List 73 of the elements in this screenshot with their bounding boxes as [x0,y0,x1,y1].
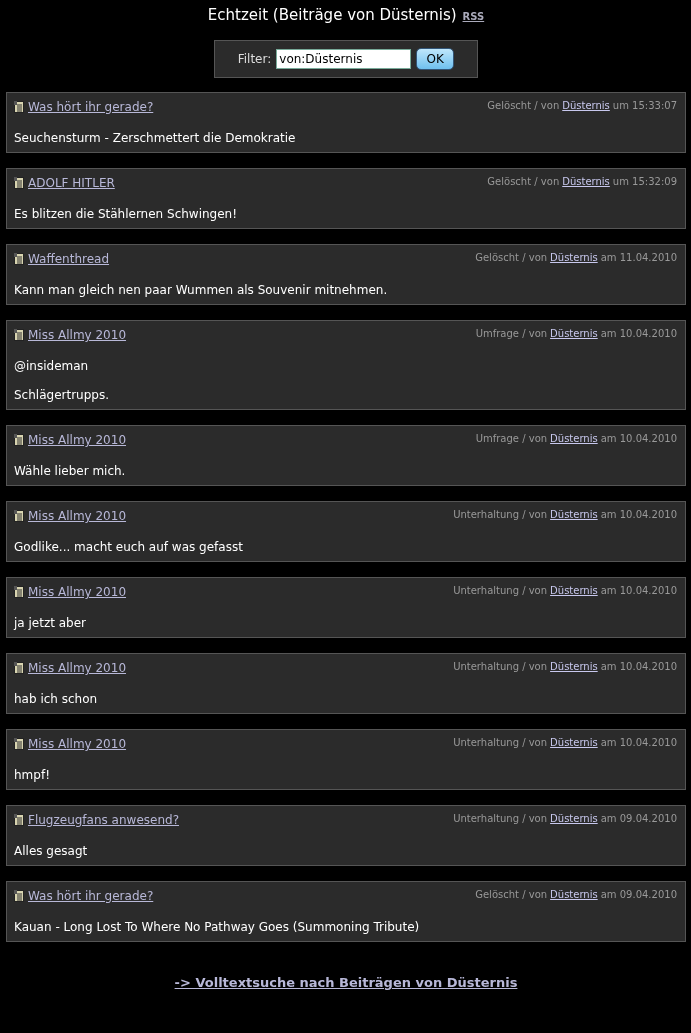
post-category: Gelöscht / von [487,176,560,187]
document-icon [14,329,24,341]
post-text: Kann man gleich nen paar Wummen als Souvenir mitnehmen. [14,283,389,298]
author-link[interactable]: Düsternis [550,585,598,596]
post-text: hmpf! [14,768,51,783]
thread-link[interactable]: Miss Allmy 2010 [28,509,127,523]
post-time: am 10.04.2010 [600,661,677,672]
document-icon [14,814,24,826]
post-time: am 10.04.2010 [600,328,677,339]
fulltext-search-link[interactable]: -> Volltextsuche nach Beiträgen von Düsternis [174,975,518,990]
post-time: um 15:32:09 [612,176,677,187]
post-category: Unterhaltung / von [453,661,548,672]
thread-link[interactable]: Miss Allmy 2010 [28,737,127,751]
document-icon [14,738,24,750]
thread-link[interactable]: Flugzeugfans anwesend? [28,813,179,827]
post-text: Kauan - Long Lost To Where No Pathway Goes (Summoning Tribute) [14,920,421,935]
thread-link[interactable]: Miss Allmy 2010 [28,585,127,599]
post-time: am 10.04.2010 [600,509,677,520]
author-link[interactable]: Düsternis [562,176,610,187]
author-link[interactable]: Düsternis [562,100,610,111]
post-time: am 09.04.2010 [600,889,677,900]
filter-input[interactable]: von:Düsternis [276,49,412,69]
post-time: am 09.04.2010 [600,813,677,824]
post-category: Umfrage / von [475,328,548,339]
post-time: am 10.04.2010 [600,433,677,444]
author-link[interactable]: Düsternis [550,889,598,900]
post-category: Unterhaltung / von [453,813,548,824]
author-link[interactable]: Düsternis [550,509,598,520]
document-icon [14,253,24,265]
document-icon [14,434,24,446]
post-category: Unterhaltung / von [453,509,548,520]
thread-link[interactable]: ADOLF HITLER [28,176,115,190]
post-category: Gelöscht / von [475,252,548,263]
post-time: am 11.04.2010 [600,252,677,263]
post-time: am 10.04.2010 [600,737,677,748]
author-link[interactable]: Düsternis [550,737,598,748]
post-category: Gelöscht / von [475,889,548,900]
document-icon [14,662,24,674]
thread-link[interactable]: Miss Allmy 2010 [28,661,127,675]
page-title: Echtzeit (Beiträge von Düsternis) [207,6,457,24]
author-link[interactable]: Düsternis [550,252,598,263]
post-text: Alles gesagt [14,844,89,859]
post-category: Umfrage / von [475,433,548,444]
document-icon [14,101,24,113]
thread-link[interactable]: Miss Allmy 2010 [28,328,127,342]
post-text: @insideman [14,359,90,374]
post-text: ja jetzt aber [14,616,88,631]
thread-link[interactable]: Miss Allmy 2010 [28,433,127,447]
post-text: Es blitzen die Stählernen Schwingen! [14,207,238,222]
ok-button[interactable]: OK [416,48,455,70]
filter-label: Filter: [237,52,272,66]
post-category: Unterhaltung / von [453,737,548,748]
rss-link[interactable]: RSS [462,11,485,22]
thread-link[interactable]: Waffenthread [28,252,110,266]
post-category: Unterhaltung / von [453,585,548,596]
post-text: Godlike... macht euch auf was gefasst [14,540,244,555]
document-icon [14,177,24,189]
author-link[interactable]: Düsternis [550,328,598,339]
post-time: um 15:33:07 [612,100,677,111]
post-category: Gelöscht / von [487,100,560,111]
post-time: am 10.04.2010 [600,585,677,596]
post-text: Seuchensturm - Zerschmettert die Demokratie [14,131,297,146]
post-text: Wähle lieber mich. [14,464,127,479]
post-text: Schlägertrupps. [14,388,110,403]
document-icon [14,586,24,598]
document-icon [14,510,24,522]
post-text: hab ich schon [14,692,99,707]
author-link[interactable]: Düsternis [550,433,598,444]
thread-link[interactable]: Was hört ihr gerade? [28,100,154,114]
thread-link[interactable]: Was hört ihr gerade? [28,889,154,903]
document-icon [14,890,24,902]
author-link[interactable]: Düsternis [550,813,598,824]
author-link[interactable]: Düsternis [550,661,598,672]
